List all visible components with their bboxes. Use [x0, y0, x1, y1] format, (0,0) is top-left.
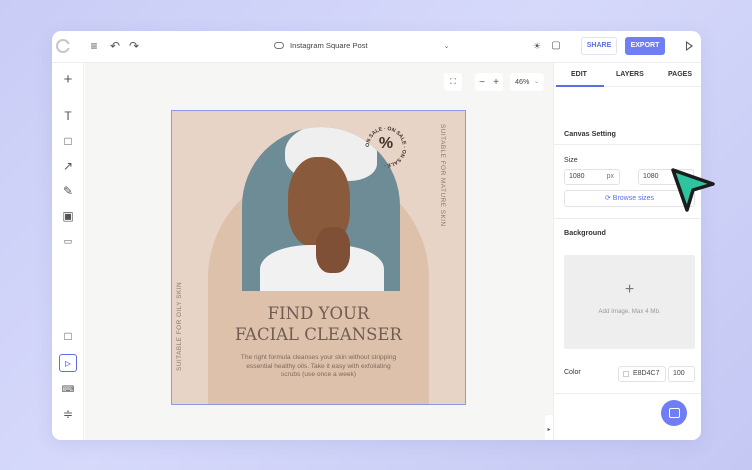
- color-label: Color: [564, 369, 581, 376]
- body-copy[interactable]: The right formula cleanses your skin wit…: [240, 354, 397, 380]
- sale-badge[interactable]: ON SALE · ON SALE · ON SALE · %: [362, 123, 410, 171]
- top-toolbar: ≡ ↶ ↷ Instagram Square Post ⌄ ☀ ▢ SHARE …: [52, 31, 701, 63]
- opacity-value: 100: [673, 370, 685, 377]
- headline[interactable]: FIND YOUR FACIAL CLEANSER: [208, 303, 429, 345]
- image-tool-icon[interactable]: ▣: [61, 209, 75, 223]
- align-icon[interactable]: ≑: [61, 407, 75, 421]
- zoom-level-select[interactable]: 46% ⌄: [510, 73, 544, 91]
- rectangle-tool-icon[interactable]: □: [61, 134, 75, 148]
- active-tab-indicator: [556, 85, 604, 87]
- plus-icon: +: [624, 281, 635, 298]
- badge-percent: %: [378, 135, 394, 152]
- undo-icon[interactable]: ↶: [108, 39, 122, 53]
- menu-icon[interactable]: ≡: [87, 39, 101, 53]
- chevron-down-icon: ⌄: [443, 42, 450, 50]
- width-value: 1080: [569, 173, 585, 180]
- headline-line1: FIND YOUR: [267, 304, 370, 323]
- select-tool-icon[interactable]: ▹: [59, 354, 77, 372]
- document-title: Instagram Square Post: [290, 41, 368, 50]
- chevron-down-icon: ⌄: [533, 79, 539, 85]
- panel-tabs: EDIT LAYERS PAGES: [554, 63, 701, 87]
- poster-canvas[interactable]: ON SALE · ON SALE · ON SALE · % SUITABLE…: [171, 110, 466, 405]
- side-text-right[interactable]: SUITABLE FOR MATURE SKIN: [439, 124, 446, 227]
- share-button[interactable]: SHARE: [581, 37, 617, 55]
- document-title-dropdown[interactable]: Instagram Square Post ⌄: [274, 41, 450, 50]
- editor-window: ≡ ↶ ↷ Instagram Square Post ⌄ ☀ ▢ SHARE …: [52, 31, 701, 440]
- size-label: Size: [564, 157, 578, 164]
- zoom-out-icon[interactable]: −: [475, 77, 489, 88]
- browse-sizes-label: Browse sizes: [612, 195, 655, 202]
- play-icon[interactable]: [686, 41, 693, 51]
- zoom-controls: − +: [475, 73, 503, 91]
- export-button[interactable]: EXPORT: [625, 37, 665, 55]
- color-chip: [623, 371, 629, 377]
- refresh-icon: ⟳: [604, 195, 613, 202]
- page-frame-icon[interactable]: □: [61, 329, 75, 343]
- arrow-tool-icon[interactable]: ↗: [61, 159, 75, 173]
- canvas-setting-heading: Canvas Setting: [564, 129, 616, 138]
- pointer-cursor-icon: [671, 168, 715, 212]
- button-tool-icon[interactable]: ▭: [61, 234, 75, 248]
- add-icon[interactable]: +: [61, 72, 75, 87]
- canvas-area: ⛶ − + 46% ⌄ ON SALE · ON SALE · ON SALE …: [85, 63, 553, 440]
- cloud-icon: [274, 42, 284, 49]
- tab-pages[interactable]: PAGES: [668, 71, 692, 78]
- collapse-panel-icon[interactable]: ▸: [545, 415, 553, 440]
- opacity-field[interactable]: 100: [668, 366, 695, 382]
- add-image-hint: Add Image. Max 4 Mb.: [598, 308, 661, 315]
- height-value: 1080: [643, 173, 659, 180]
- app-logo-icon[interactable]: [56, 39, 70, 53]
- headline-line2: FACIAL CLEANSER: [235, 325, 402, 344]
- add-image-dropzone[interactable]: + Add Image. Max 4 Mb.: [564, 255, 695, 349]
- tab-layers[interactable]: LAYERS: [616, 71, 644, 78]
- fit-screen-icon[interactable]: ⛶: [444, 73, 462, 91]
- background-heading: Background: [564, 228, 606, 237]
- divider: [554, 393, 701, 394]
- properties-panel: EDIT LAYERS PAGES Canvas Setting Size 10…: [553, 63, 701, 440]
- divider: [554, 144, 701, 145]
- width-unit: px: [606, 173, 614, 180]
- pen-tool-icon[interactable]: ✎: [61, 184, 75, 198]
- zoom-in-icon[interactable]: +: [489, 77, 503, 88]
- hand-shape: [316, 227, 350, 273]
- redo-icon[interactable]: ↷: [127, 39, 141, 53]
- chat-support-button[interactable]: [661, 400, 687, 426]
- width-field[interactable]: 1080 px: [564, 169, 620, 185]
- side-text-left[interactable]: SUITABLE FOR OILY SKIN: [176, 282, 183, 371]
- sun-icon[interactable]: ☀: [530, 39, 544, 53]
- color-field[interactable]: E8D4C7: [618, 366, 666, 382]
- zoom-level: 46%: [515, 77, 530, 86]
- keyboard-icon[interactable]: ⌨: [61, 382, 75, 396]
- tab-edit[interactable]: EDIT: [571, 71, 587, 78]
- left-toolbar: + T □ ↗ ✎ ▣ ▭ □ ▹ ⌨ ≑: [52, 63, 84, 440]
- text-tool-icon[interactable]: T: [61, 109, 75, 123]
- color-value: E8D4C7: [633, 370, 660, 377]
- comment-icon[interactable]: ▢: [549, 39, 563, 53]
